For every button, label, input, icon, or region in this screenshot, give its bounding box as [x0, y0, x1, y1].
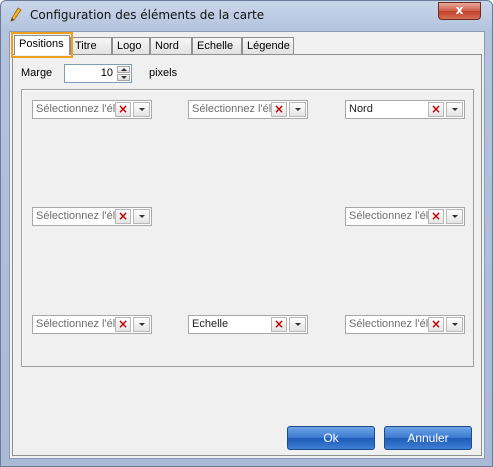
close-button[interactable]: x	[438, 2, 481, 20]
combo-value: Sélectionnez l'él	[349, 318, 429, 330]
tab-nord[interactable]: Nord	[150, 37, 192, 54]
chevron-down-icon[interactable]	[133, 209, 150, 224]
combo-value: Sélectionnez l'él	[36, 210, 116, 222]
tab-echelle[interactable]: Echelle	[192, 37, 242, 54]
combo-value: Nord	[349, 103, 373, 115]
stepper-up-icon[interactable]	[117, 66, 130, 73]
tab-logo[interactable]: Logo	[112, 37, 150, 54]
combo-value: Sélectionnez l'él	[349, 210, 429, 222]
chevron-down-icon[interactable]	[133, 102, 150, 117]
chevron-down-icon[interactable]	[446, 317, 463, 332]
tab-titre[interactable]: Titre	[70, 37, 112, 54]
clear-x-icon[interactable]: ×	[428, 209, 444, 224]
chevron-down-icon[interactable]	[446, 209, 463, 224]
combo-top-right[interactable]: Nord ×	[345, 100, 465, 119]
clear-x-icon[interactable]: ×	[115, 317, 131, 332]
stepper-buttons	[117, 66, 130, 81]
tab-legende[interactable]: Légende	[242, 37, 294, 54]
margin-label: Marge	[21, 67, 53, 79]
combo-top-center[interactable]: Sélectionnez l'él ×	[188, 100, 308, 119]
chevron-down-icon[interactable]	[133, 317, 150, 332]
margin-unit-label: pixels	[149, 67, 178, 79]
chevron-down-icon[interactable]	[289, 317, 306, 332]
clear-x-icon[interactable]: ×	[271, 317, 287, 332]
combo-bottom-right[interactable]: Sélectionnez l'él ×	[345, 315, 465, 334]
dialog-client-area: Positions Titre Logo Nord Echelle Légend…	[9, 31, 485, 459]
combo-bottom-left[interactable]: Sélectionnez l'él ×	[32, 315, 152, 334]
ok-button[interactable]: Ok	[287, 426, 375, 450]
combo-middle-left[interactable]: Sélectionnez l'él ×	[32, 207, 152, 226]
combo-value: Echelle	[192, 318, 229, 330]
clear-x-icon[interactable]: ×	[271, 102, 287, 117]
combo-value: Sélectionnez l'él	[36, 318, 116, 330]
stepper-down-icon[interactable]	[117, 74, 130, 81]
clear-x-icon[interactable]: ×	[115, 102, 131, 117]
combo-value: Sélectionnez l'él	[192, 103, 272, 115]
combo-top-left[interactable]: Sélectionnez l'él ×	[32, 100, 152, 119]
combo-bottom-center[interactable]: Echelle ×	[188, 315, 308, 334]
combo-middle-right[interactable]: Sélectionnez l'él ×	[345, 207, 465, 226]
margin-stepper[interactable]: 10	[64, 64, 132, 83]
margin-value[interactable]: 10	[101, 67, 113, 79]
position-grid: Sélectionnez l'él × Sélectionnez l'él × …	[21, 89, 474, 367]
clear-x-icon[interactable]: ×	[428, 102, 444, 117]
combo-value: Sélectionnez l'él	[36, 103, 116, 115]
tab-positions[interactable]: Positions	[11, 32, 73, 58]
title-bar[interactable]: Configuration des éléments de la carte x	[1, 1, 492, 29]
clear-x-icon[interactable]: ×	[428, 317, 444, 332]
positions-panel: Marge 10 pixels Sélectionnez l'él × Séle…	[12, 54, 482, 456]
pencil-icon	[10, 7, 22, 22]
chevron-down-icon[interactable]	[446, 102, 463, 117]
dialog-window: Configuration des éléments de la carte x…	[0, 0, 493, 467]
chevron-down-icon[interactable]	[289, 102, 306, 117]
clear-x-icon[interactable]: ×	[115, 209, 131, 224]
cancel-button[interactable]: Annuler	[384, 426, 472, 450]
window-title: Configuration des éléments de la carte	[30, 8, 265, 22]
